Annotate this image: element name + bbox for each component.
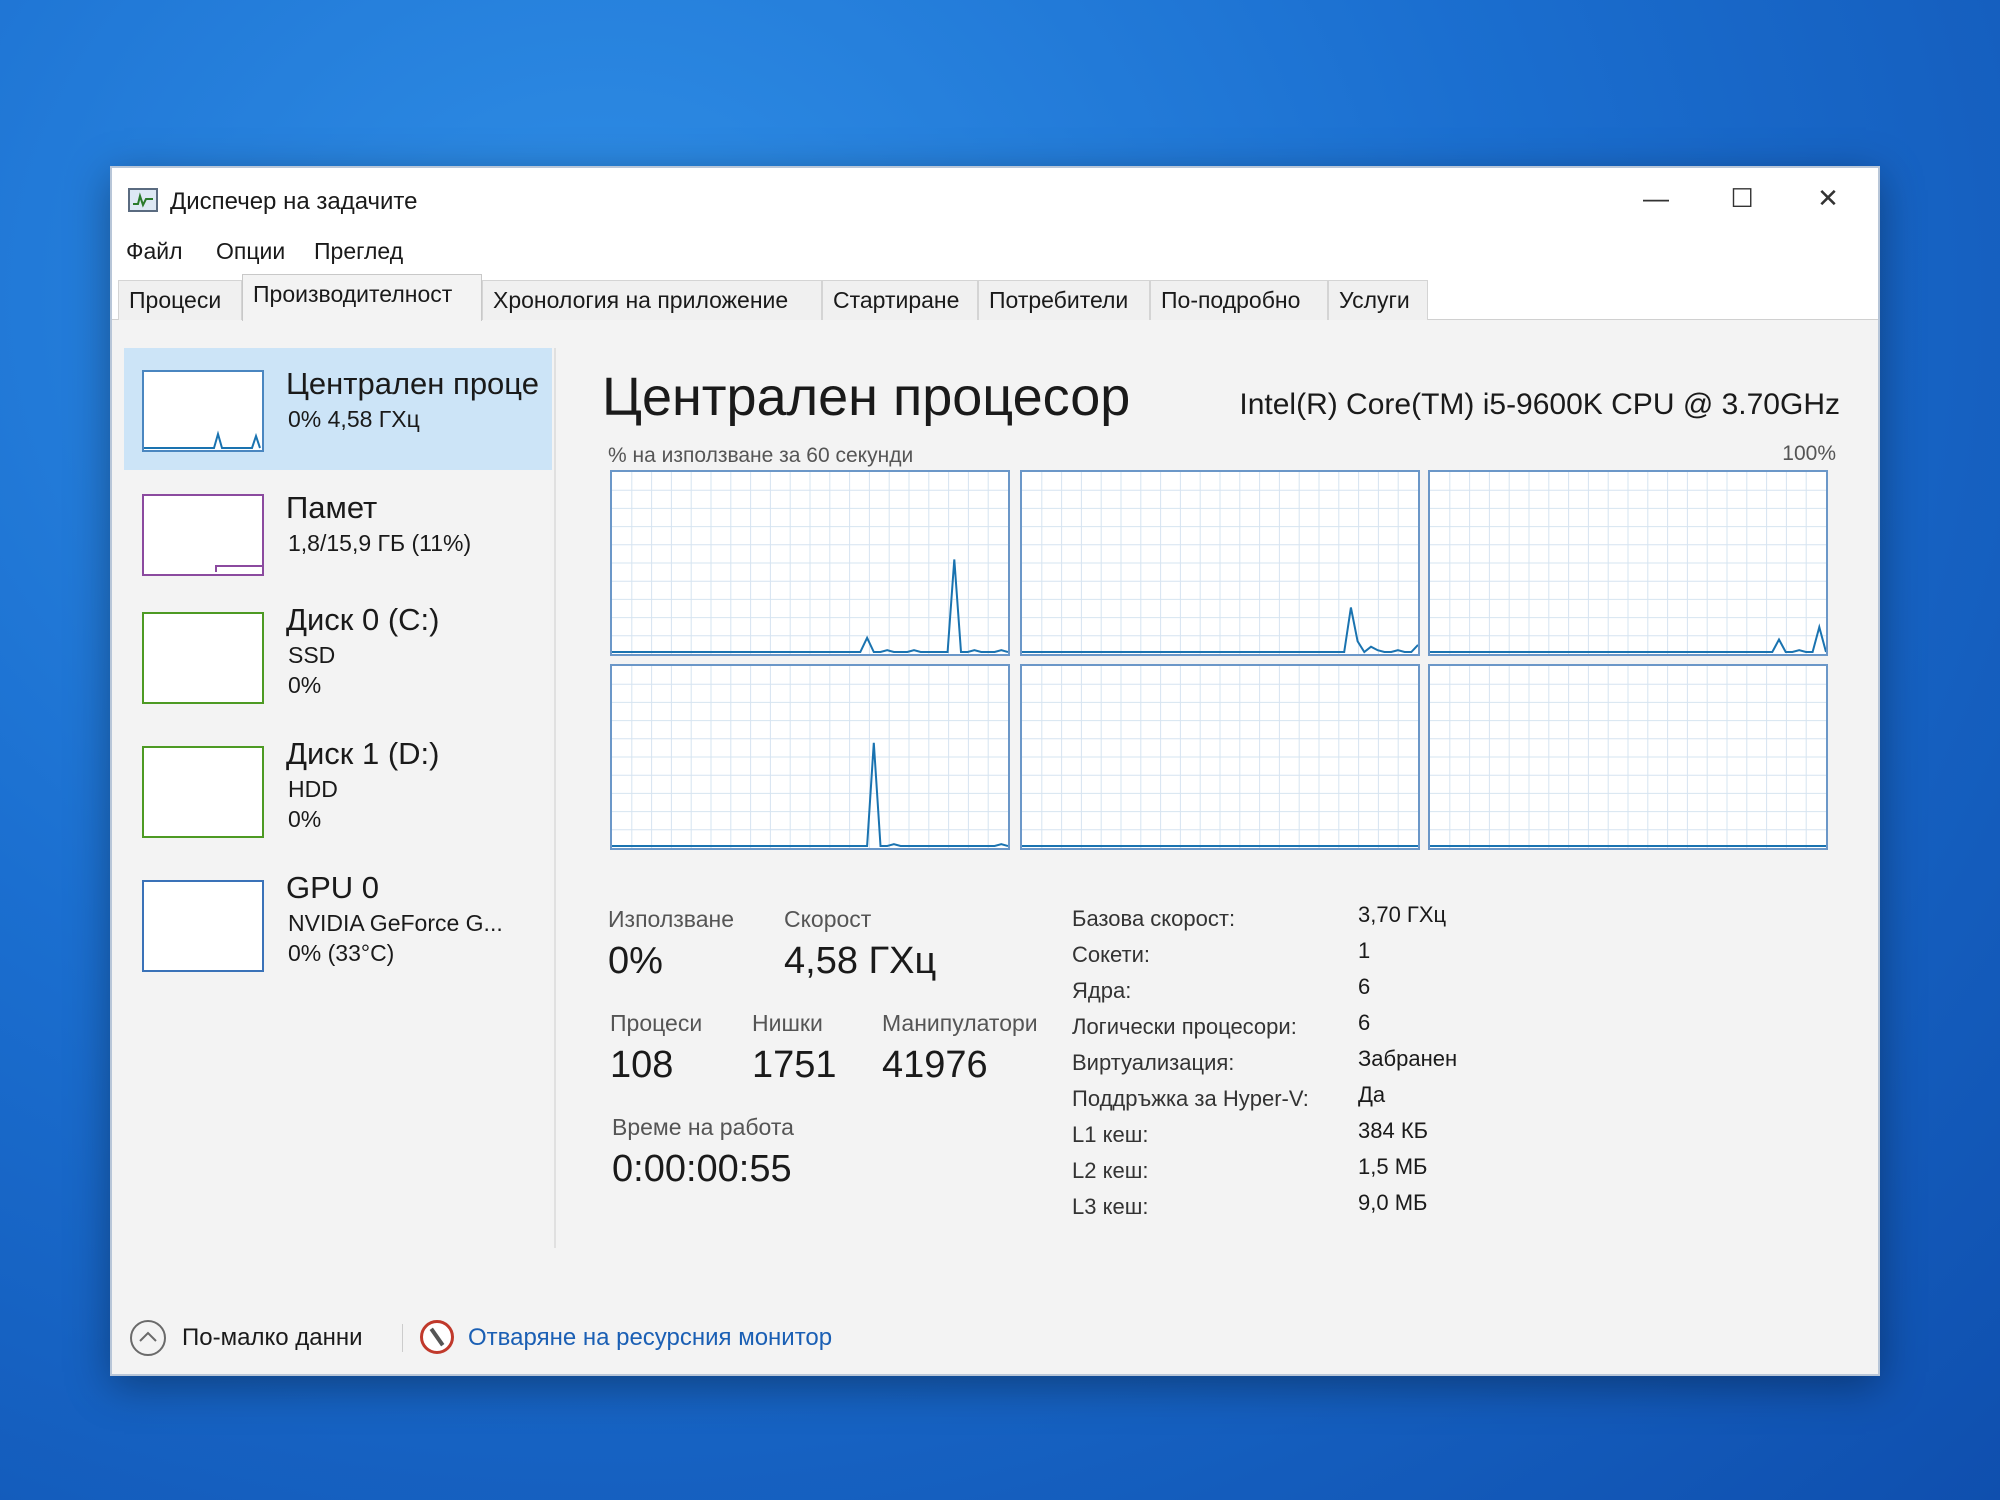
tab-services[interactable]: Услуги	[1328, 280, 1428, 320]
maximize-button[interactable]: ☐	[1702, 174, 1782, 222]
info-key-cores: Ядра:	[1072, 978, 1132, 1003]
footer-divider	[402, 1324, 403, 1352]
graph-max-label: 100%	[1782, 442, 1836, 465]
info-value-sockets: 1	[1358, 938, 1371, 963]
core-graph-2	[1020, 470, 1420, 656]
core-graph-4	[610, 664, 1010, 850]
info-key-base-speed: Базова скорост:	[1072, 906, 1236, 931]
graph-caption: % на използване за 60 секунди	[608, 444, 914, 467]
info-key-hyperv: Поддръжка за Hyper-V:	[1072, 1086, 1309, 1111]
sidebar-item-label: GPU 0	[286, 870, 380, 905]
sidebar-item-disk1[interactable]: Диск 1 (D:) HDD 0%	[124, 732, 552, 854]
sidebar-item-cpu[interactable]: Централен проце 0% 4,58 ГХц	[124, 348, 552, 470]
sidebar-item-gpu-model: NVIDIA GeForce G...	[288, 910, 503, 936]
uptime-value: 0:00:00:55	[612, 1148, 792, 1190]
uptime-label: Време на работа	[612, 1114, 794, 1140]
info-value-base-speed: 3,70 ГХц	[1358, 902, 1447, 927]
tab-bar: Процеси Производителност Хронология на п…	[112, 272, 1878, 321]
sidebar-item-type: HDD	[288, 776, 338, 802]
cpu-thumbnail	[142, 370, 264, 452]
chevron-up-icon[interactable]	[130, 1320, 166, 1356]
speed-value: 4,58 ГХц	[784, 940, 937, 982]
tab-users[interactable]: Потребители	[978, 280, 1150, 320]
processes-label: Процеси	[610, 1010, 703, 1036]
usage-label: Използване	[608, 906, 735, 932]
info-key-l3-cache: L3 кеш:	[1072, 1194, 1149, 1219]
core-graph-1	[610, 470, 1010, 656]
tab-app-history[interactable]: Хронология на приложение	[482, 280, 822, 320]
memory-thumbnail	[142, 494, 264, 576]
processes-value: 108	[610, 1044, 674, 1086]
fewer-details-link[interactable]: По-малко данни	[182, 1324, 363, 1352]
menu-file[interactable]: Файл	[126, 238, 183, 265]
core-graph-5	[1020, 664, 1420, 850]
minimize-button[interactable]: —	[1616, 174, 1696, 222]
info-value-l3-cache: 9,0 МБ	[1358, 1190, 1428, 1215]
footer-bar: По-малко данни Отваряне на ресурсния мон…	[112, 1304, 1878, 1374]
sidebar-item-type: SSD	[288, 642, 336, 668]
info-value-logical-processors: 6	[1358, 1010, 1371, 1035]
sidebar-item-memory[interactable]: Памет 1,8/15,9 ГБ (11%)	[124, 472, 552, 594]
task-manager-window: Диспечер на задачите — ☐ ✕ Файл Опции Пр…	[110, 166, 1880, 1376]
info-value-l2-cache: 1,5 МБ	[1358, 1154, 1428, 1179]
menu-options[interactable]: Опции	[216, 238, 285, 265]
info-key-l2-cache: L2 кеш:	[1072, 1158, 1149, 1183]
sidebar-item-detail: 0% 4,58 ГХц	[288, 406, 420, 432]
open-resource-monitor-link[interactable]: Отваряне на ресурсния монитор	[468, 1324, 832, 1352]
page-title: Централен процесор	[602, 367, 1131, 427]
menu-view[interactable]: Преглед	[314, 238, 403, 265]
cpu-model: Intel(R) Core(TM) i5-9600K CPU @ 3.70GHz	[1239, 388, 1840, 421]
sidebar-item-detail: 0%	[288, 806, 322, 832]
sidebar-item-label: Памет	[286, 490, 378, 525]
sidebar-item-label: Диск 0 (C:)	[286, 602, 440, 637]
sidebar-item-detail: 0%	[288, 672, 322, 698]
tab-processes[interactable]: Процеси	[118, 280, 242, 320]
threads-value: 1751	[752, 1044, 837, 1086]
core-graph-6	[1428, 664, 1828, 850]
handles-value: 41976	[882, 1044, 988, 1086]
core-graph-3	[1428, 470, 1828, 656]
tab-details[interactable]: По-подробно	[1150, 280, 1328, 320]
sidebar-item-label: Диск 1 (D:)	[286, 736, 440, 771]
menu-bar: Файл Опции Преглед	[112, 228, 1878, 272]
sidebar-item-detail: 1,8/15,9 ГБ (11%)	[288, 530, 472, 556]
sidebar-item-disk0[interactable]: Диск 0 (C:) SSD 0%	[124, 598, 552, 720]
disk1-thumbnail	[142, 746, 264, 838]
info-value-cores: 6	[1358, 974, 1371, 999]
sidebar-item-gpu[interactable]: GPU 0 NVIDIA GeForce G... 0% (33°C)	[124, 866, 552, 988]
window-title: Диспечер на задачите	[170, 188, 418, 215]
info-value-l1-cache: 384 КБ	[1358, 1118, 1429, 1143]
resource-sidebar: Централен проце 0% 4,58 ГХц Памет 1,8/15…	[124, 348, 556, 1248]
close-button[interactable]: ✕	[1788, 174, 1868, 222]
sidebar-item-label: Централен проце	[286, 366, 539, 401]
sidebar-item-detail: 0% (33°C)	[288, 940, 395, 966]
usage-value: 0%	[608, 940, 663, 982]
tab-performance[interactable]: Производителност	[242, 274, 482, 321]
info-key-sockets: Сокети:	[1072, 942, 1150, 967]
info-value-hyperv: Да	[1358, 1082, 1386, 1107]
resource-monitor-icon[interactable]	[420, 1320, 454, 1354]
info-key-logical-processors: Логически процесори:	[1072, 1014, 1297, 1039]
gpu-thumbnail	[142, 880, 264, 972]
info-key-l1-cache: L1 кеш:	[1072, 1122, 1149, 1147]
info-key-virtualization: Виртуализация:	[1072, 1050, 1235, 1075]
threads-label: Нишки	[752, 1010, 823, 1036]
disk0-thumbnail	[142, 612, 264, 704]
task-manager-icon	[128, 188, 158, 212]
cpu-core-graphs	[610, 470, 1828, 850]
tab-startup[interactable]: Стартиране	[822, 280, 978, 320]
info-value-virtualization: Забранен	[1358, 1046, 1458, 1071]
handles-label: Манипулатори	[882, 1010, 1038, 1036]
title-bar: Диспечер на задачите — ☐ ✕	[112, 168, 1878, 228]
speed-label: Скорост	[784, 906, 872, 932]
